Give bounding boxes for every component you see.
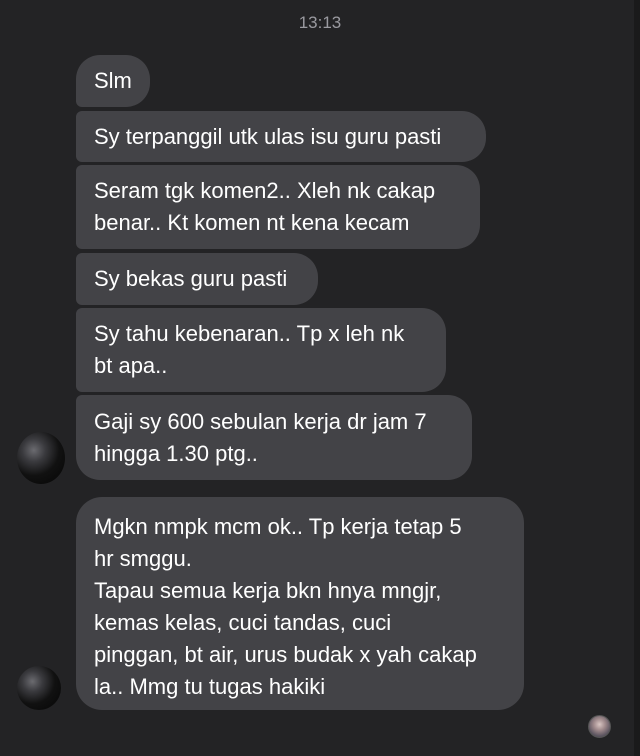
sender-avatar[interactable]: [17, 666, 61, 710]
message-bubble[interactable]: Gaji sy 600 sebulan kerja dr jam 7 hingg…: [76, 395, 472, 480]
message-bubble[interactable]: Seram tgk komen2.. Xleh nk cakap benar..…: [76, 165, 480, 249]
chat-screen: 13:13 Slm Sy terpanggil utk ulas isu gur…: [0, 0, 640, 756]
message-bubble[interactable]: Sy tahu kebenaran.. Tp x leh nk bt apa..: [76, 308, 446, 392]
read-receipt-avatar: [588, 715, 611, 738]
message-timestamp: 13:13: [298, 13, 342, 32]
scroll-edge: [634, 0, 640, 756]
message-bubble[interactable]: Sy terpanggil utk ulas isu guru pasti: [76, 111, 486, 162]
message-bubble[interactable]: Sy bekas guru pasti: [76, 253, 318, 305]
message-bubble[interactable]: Slm: [76, 55, 150, 107]
message-bubble[interactable]: Mgkn nmpk mcm ok.. Tp kerja tetap 5 hr s…: [76, 497, 524, 710]
sender-avatar[interactable]: [17, 432, 65, 484]
